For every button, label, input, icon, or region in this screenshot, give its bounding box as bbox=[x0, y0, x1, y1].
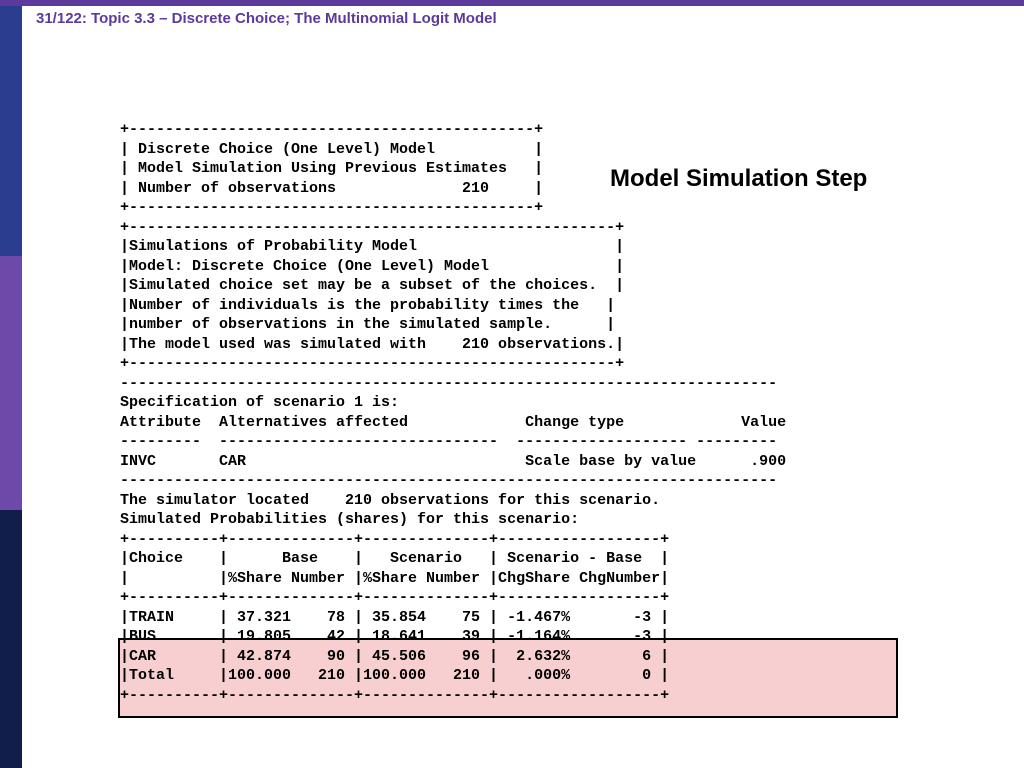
left-accent-sidebar bbox=[0, 6, 22, 768]
sidebar-segment-bottom bbox=[0, 510, 22, 768]
sidebar-segment-top bbox=[0, 6, 22, 256]
sidebar-segment-middle bbox=[0, 256, 22, 510]
slide-header: 31/122: Topic 3.3 – Discrete Choice; The… bbox=[0, 6, 1024, 27]
model-output-text: +---------------------------------------… bbox=[120, 120, 1000, 705]
model-output-block: +---------------------------------------… bbox=[120, 120, 1000, 705]
